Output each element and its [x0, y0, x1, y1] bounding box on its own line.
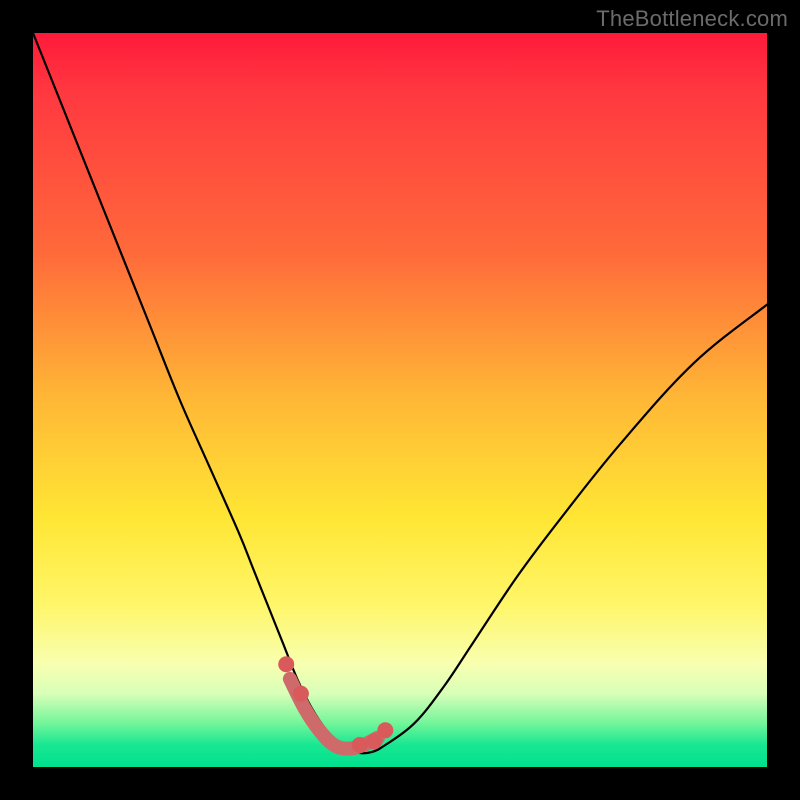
highlight-dot	[352, 737, 368, 753]
chart-frame: TheBottleneck.com	[0, 0, 800, 800]
highlight-dot	[293, 686, 309, 702]
highlight-dot	[278, 656, 294, 672]
watermark-text: TheBottleneck.com	[596, 6, 788, 32]
plot-area	[33, 33, 767, 767]
highlight-dot	[377, 722, 393, 738]
bottleneck-curve-path	[33, 33, 767, 753]
curve-svg	[33, 33, 767, 767]
